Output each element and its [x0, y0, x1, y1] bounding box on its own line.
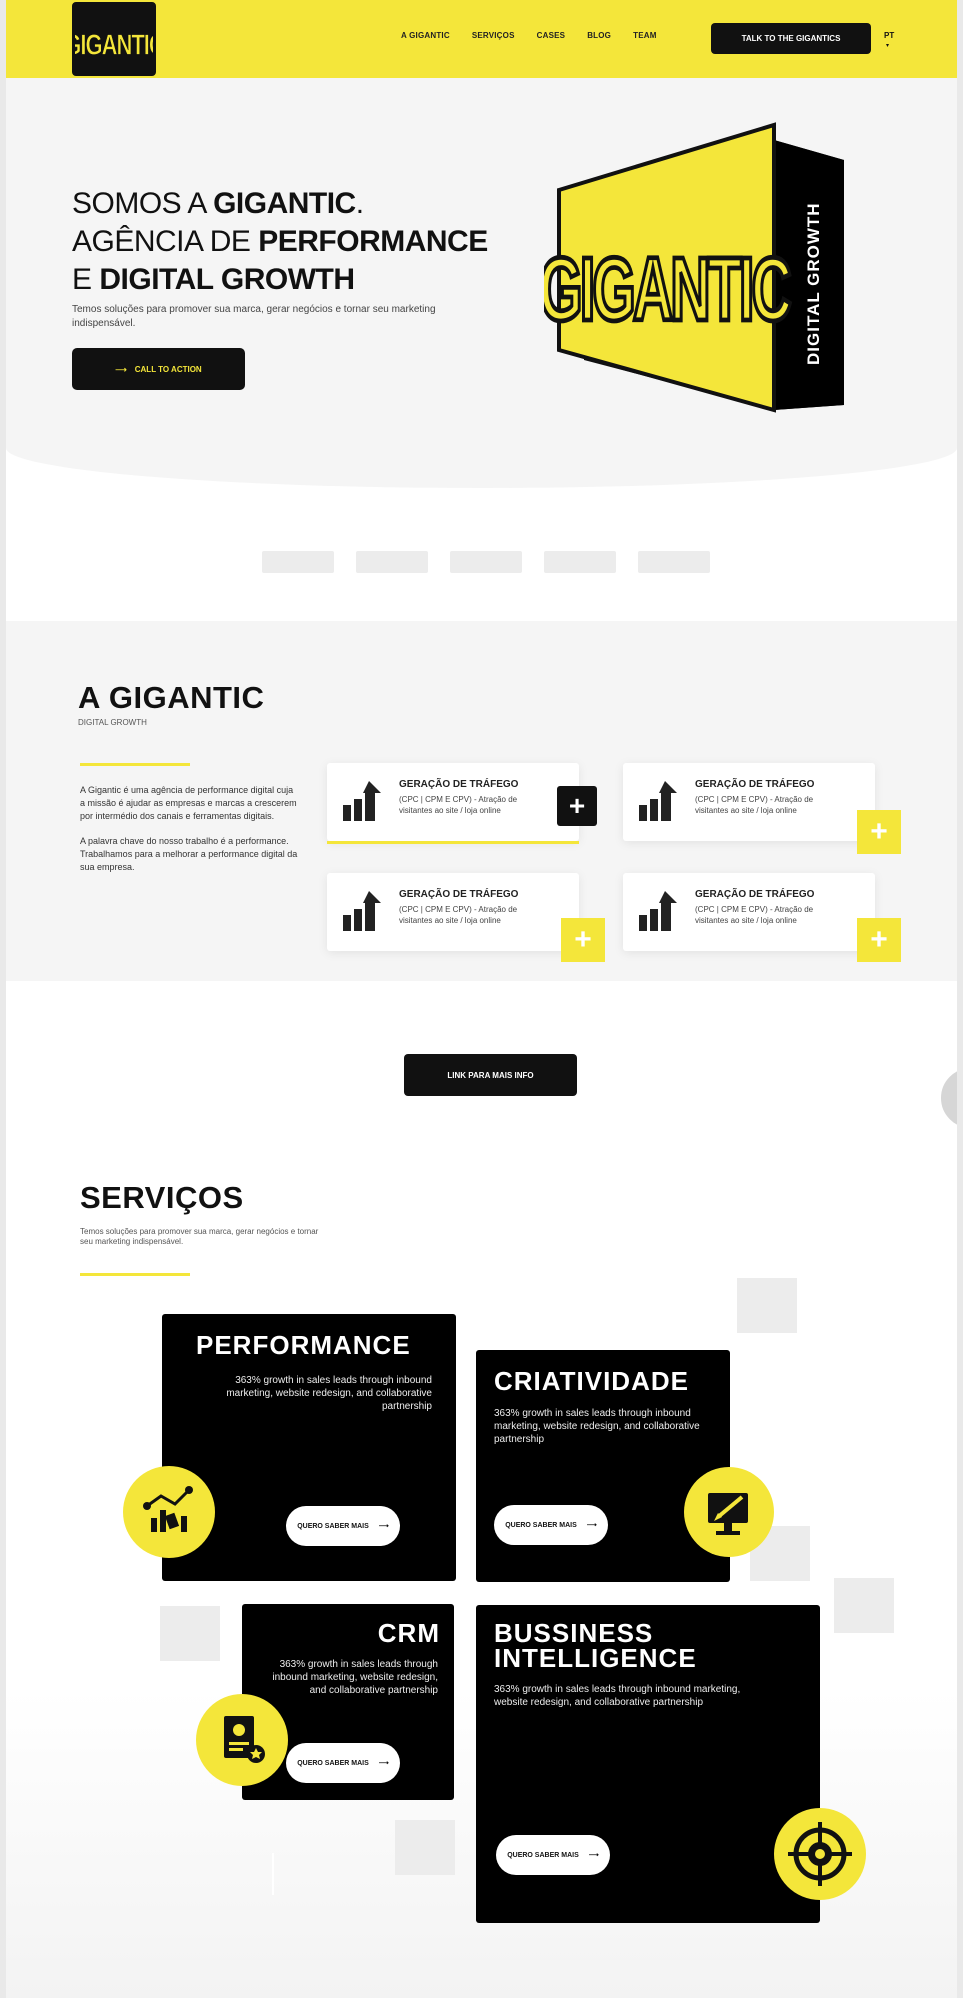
- hero-title-bold: GIGANTIC: [213, 187, 356, 220]
- about-paragraph: A Gigantic é uma agência de performance …: [80, 785, 297, 821]
- client-logo-placeholder: [450, 551, 522, 573]
- about-paragraph: A palavra chave do nosso trabalho é a pe…: [80, 836, 289, 846]
- hero-title-bold: PERFORMANCE: [258, 225, 488, 258]
- analytics-icon: [123, 1466, 215, 1558]
- call-to-action-button[interactable]: ⟶ CALL TO ACTION: [72, 348, 245, 390]
- logo-text: GIGANTIC: [75, 30, 153, 61]
- language-selector[interactable]: PT: [884, 31, 894, 40]
- nav-item-blog[interactable]: BLOG: [587, 31, 611, 40]
- card-description: (CPC | CPM E CPV) - Atração de visitante…: [695, 905, 814, 925]
- bar-chart-icon: [639, 891, 677, 931]
- card-description: (CPC | CPM E CPV) - Atração de visitante…: [399, 795, 518, 815]
- more-info-button[interactable]: LINK PARA MAIS INFO: [404, 1054, 577, 1096]
- decorative-square: [160, 1606, 220, 1661]
- hero-title-text: E: [72, 263, 100, 296]
- service-description: 363% growth in sales leads through inbou…: [494, 1684, 741, 1708]
- learn-more-button[interactable]: QUERO SABER MAIS ⟶: [496, 1835, 610, 1875]
- hero-title-text: SOMOS A: [72, 187, 214, 220]
- hero-3d-logo-art: GIGANTIC DIGITAL GROWTH: [537, 120, 854, 425]
- about-paragraph: Trabalhamos para a melhorar a performanc…: [80, 849, 298, 872]
- about-divider: [80, 763, 190, 766]
- hero-subtitle: Temos soluções para promover sua marca, …: [72, 304, 436, 329]
- decorative-square: [834, 1578, 894, 1633]
- header: GIGANTIC A GIGANTIC SERVIÇOS CASES BLOG …: [6, 0, 957, 78]
- hero-title-bold: DIGITAL GROWTH: [99, 263, 355, 296]
- bar-chart-icon: [343, 781, 381, 821]
- about-text: A Gigantic é uma agência de performance …: [80, 784, 300, 886]
- learn-more-button[interactable]: QUERO SABER MAIS ⟶: [286, 1506, 400, 1546]
- card-description: (CPC | CPM E CPV) - Atração de visitante…: [695, 795, 814, 815]
- services-divider: [80, 1273, 190, 1276]
- service-title: CRM: [377, 1618, 440, 1648]
- card-active-underline: [327, 841, 579, 844]
- button-label: QUERO SABER MAIS: [507, 1851, 579, 1859]
- main-nav: A GIGANTIC SERVIÇOS CASES BLOG TEAM: [401, 31, 657, 40]
- button-label: QUERO SABER MAIS: [505, 1521, 577, 1529]
- hero-art-side-text: DIGITAL GROWTH: [804, 202, 823, 365]
- services-subtitle: Temos soluções para promover sua marca, …: [80, 1227, 319, 1246]
- arrow-right-icon: ⟶: [378, 1760, 389, 1767]
- service-title: PERFORMANCE: [196, 1330, 411, 1360]
- arrow-right-icon: ⟶: [378, 1523, 389, 1530]
- arrow-right-icon: ⟶: [115, 364, 127, 374]
- card-title: GERAÇÃO DE TRÁFEGO: [399, 889, 519, 900]
- bar-chart-icon: [343, 891, 381, 931]
- talk-to-gigantics-button[interactable]: TALK TO THE GIGANTICS: [711, 23, 871, 54]
- page: GIGANTIC A GIGANTIC SERVIÇOS CASES BLOG …: [0, 0, 963, 1998]
- client-logo-placeholder: [544, 551, 616, 573]
- service-title: BUSSINESS INTELLIGENCE: [494, 1618, 697, 1673]
- arrow-right-icon: ⟶: [588, 1852, 599, 1859]
- arrow-right-icon: ⟶: [586, 1522, 597, 1529]
- service-description: 363% growth in sales leads through inbou…: [226, 1375, 432, 1412]
- hero-art-word: GIGANTIC: [544, 238, 790, 339]
- nav-item-team[interactable]: TEAM: [633, 31, 656, 40]
- client-logos: [262, 551, 710, 573]
- service-description: 363% growth in sales leads through inbou…: [494, 1408, 700, 1445]
- bi-icon: [774, 1808, 866, 1900]
- card-title: GERAÇÃO DE TRÁFEGO: [695, 779, 815, 790]
- learn-more-button[interactable]: QUERO SABER MAIS ⟶: [494, 1505, 608, 1545]
- hero-title-text: AGÊNCIA DE: [72, 225, 259, 258]
- about-subtitle: DIGITAL GROWTH: [78, 718, 147, 727]
- plus-icon[interactable]: +: [557, 786, 597, 826]
- button-label: QUERO SABER MAIS: [297, 1522, 369, 1530]
- learn-more-button[interactable]: QUERO SABER MAIS ⟶: [286, 1743, 400, 1783]
- card-description: (CPC | CPM E CPV) - Atração de visitante…: [399, 905, 518, 925]
- nav-item-cases[interactable]: CASES: [537, 31, 566, 40]
- hero-title: SOMOS A GIGANTIC. AGÊNCIA DE PERFORMANCE…: [72, 185, 488, 299]
- logo[interactable]: GIGANTIC: [72, 2, 156, 76]
- service-card[interactable]: GERAÇÃO DE TRÁFEGO (CPC | CPM E CPV) - A…: [623, 873, 875, 951]
- chevron-down-icon[interactable]: ▾: [886, 42, 889, 49]
- hero-title-dot: .: [355, 187, 364, 220]
- cta-label: CALL TO ACTION: [134, 364, 202, 374]
- services-title: SERVIÇOS: [80, 1180, 244, 1215]
- service-description: 363% growth in sales leads through inbou…: [272, 1659, 438, 1696]
- service-card[interactable]: GERAÇÃO DE TRÁFEGO (CPC | CPM E CPV) - A…: [327, 763, 579, 841]
- service-business-intelligence: BUSSINESS INTELLIGENCE 363% growth in sa…: [476, 1605, 820, 1923]
- crm-icon: [196, 1694, 288, 1786]
- nav-item-a-gigantic[interactable]: A GIGANTIC: [401, 31, 450, 40]
- plus-icon[interactable]: +: [857, 918, 901, 962]
- design-icon: [684, 1467, 774, 1557]
- button-label: QUERO SABER MAIS: [297, 1759, 369, 1767]
- card-title: GERAÇÃO DE TRÁFEGO: [399, 779, 519, 790]
- service-title: CRIATIVIDADE: [494, 1366, 689, 1396]
- decorative-square: [737, 1278, 797, 1333]
- plus-icon[interactable]: +: [857, 810, 901, 854]
- bar-chart-icon: [639, 781, 677, 821]
- nav-item-servicos[interactable]: SERVIÇOS: [472, 31, 515, 40]
- service-card[interactable]: GERAÇÃO DE TRÁFEGO (CPC | CPM E CPV) - A…: [623, 763, 875, 841]
- about-title: A GIGANTIC: [78, 680, 265, 715]
- card-title: GERAÇÃO DE TRÁFEGO: [695, 889, 815, 900]
- client-logo-placeholder: [356, 551, 428, 573]
- decorative-square: [395, 1820, 455, 1875]
- client-logo-placeholder: [638, 551, 710, 573]
- divider-line: [272, 1853, 274, 1895]
- decorative-ring: [941, 1068, 957, 1128]
- plus-icon[interactable]: +: [561, 918, 605, 962]
- client-logo-placeholder: [262, 551, 334, 573]
- service-card[interactable]: GERAÇÃO DE TRÁFEGO (CPC | CPM E CPV) - A…: [327, 873, 579, 951]
